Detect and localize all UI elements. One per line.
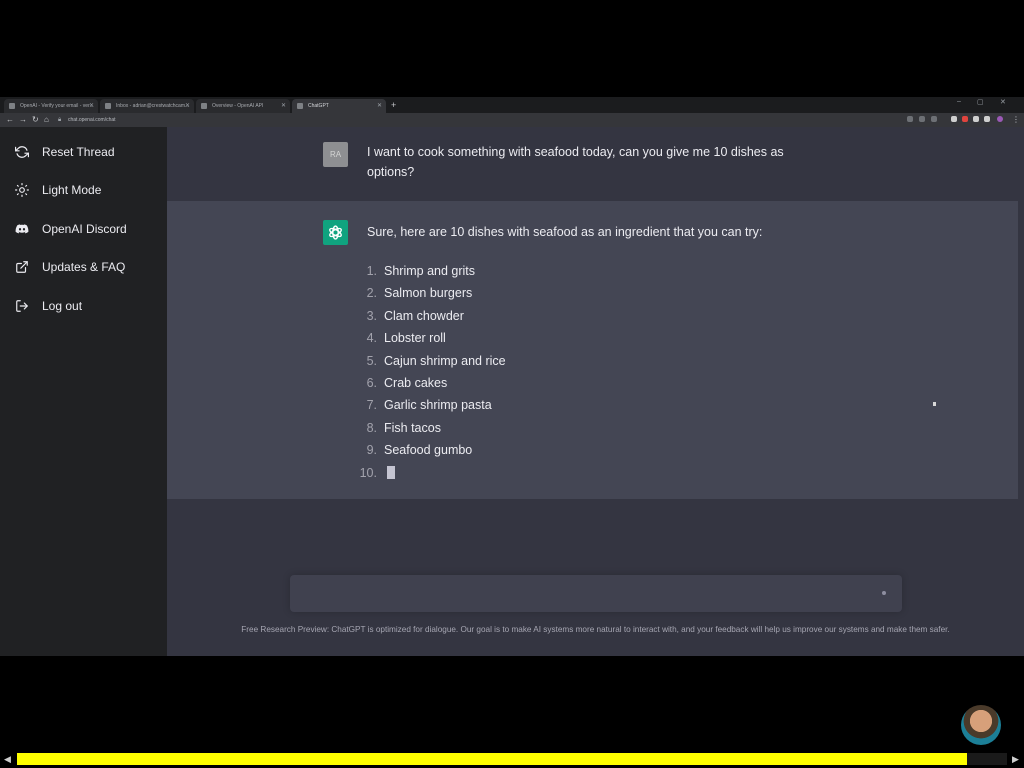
zoom-icon[interactable] <box>907 116 913 122</box>
dish-list: 1. Shrimp and grits 2. Salmon burgers 3. Cl… <box>355 260 655 484</box>
tab-chatgpt[interactable]: ChatGPT ✕ <box>292 99 386 113</box>
user-avatar: RA <box>323 142 348 167</box>
dish-name: Lobster roll <box>384 331 446 346</box>
sidebar-item-openai-discord[interactable]: OpenAI Discord <box>15 219 165 239</box>
list-item: 4. Lobster roll <box>355 327 655 349</box>
tab-title: Inbox - adrian@crestwatchcam... <box>116 103 190 109</box>
browser-menu-icon[interactable]: ⋮ <box>1012 115 1020 125</box>
tab-verify-email[interactable]: OpenAI - Verify your email - ver... ✕ <box>4 99 98 113</box>
maximize-icon[interactable]: ▢ <box>977 98 984 106</box>
tab-strip: OpenAI - Verify your email - ver... ✕ In… <box>0 97 1024 113</box>
sun-icon <box>15 183 29 197</box>
sidebar-item-reset-thread[interactable]: Reset Thread <box>15 142 165 162</box>
extension-icon[interactable] <box>973 116 979 122</box>
sidebar-item-label: Log out <box>42 299 83 313</box>
scroll-left-icon[interactable]: ◀ <box>4 753 11 765</box>
share-icon[interactable] <box>919 116 925 122</box>
forward-icon[interactable]: → <box>19 115 27 125</box>
list-number: 10. <box>359 465 377 480</box>
list-number: 4. <box>366 331 377 346</box>
extension-icon[interactable] <box>984 116 990 122</box>
tab-favicon-icon <box>297 103 303 109</box>
list-number: 6. <box>366 375 377 390</box>
user-message: I want to cook something with seafood to… <box>367 145 784 179</box>
list-number: 1. <box>366 264 377 278</box>
openai-logo-icon <box>329 225 342 240</box>
dish-name: Garlic shrimp pasta <box>384 398 492 413</box>
sidebar-item-label: Reset Thread <box>42 145 115 159</box>
sidebar-item-light-mode[interactable]: Light Mode <box>15 180 165 200</box>
window-close-icon[interactable]: ✕ <box>1000 98 1006 106</box>
reload-icon[interactable]: ↻ <box>32 115 39 125</box>
scroll-right-icon[interactable]: ▶ <box>1012 753 1019 765</box>
discord-icon <box>15 224 29 234</box>
sidebar-item-log-out[interactable]: Log out <box>15 296 165 316</box>
list-item: 9. Seafood gumbo <box>355 439 655 461</box>
list-item: 8. Fish tacos <box>355 417 655 439</box>
video-progress-bar[interactable] <box>17 753 1007 765</box>
lock-icon: 🔒︎ <box>58 117 62 123</box>
send-icon[interactable] <box>882 591 886 595</box>
sidebar-item-label: Light Mode <box>42 183 102 197</box>
dish-name: Cajun shrimp and rice <box>384 353 506 368</box>
dish-name: Crab cakes <box>384 375 448 390</box>
presenter-avatar <box>961 705 1001 745</box>
dish-name: Fish tacos <box>384 420 441 435</box>
extension-icon[interactable] <box>951 116 957 122</box>
chatgpt-avatar <box>323 220 348 245</box>
address-bar[interactable]: 🔒︎ chat.openai.com/chat <box>58 115 898 125</box>
list-item: 10. <box>355 462 655 484</box>
sidebar-item-label: OpenAI Discord <box>42 222 127 236</box>
message-input[interactable] <box>290 575 902 612</box>
profile-icon[interactable] <box>997 116 1003 122</box>
list-item: 7. Garlic shrimp pasta <box>355 394 655 416</box>
new-tab-button[interactable]: + <box>391 99 396 111</box>
sidebar: Reset Thread Light Mode OpenAI Discord U… <box>0 127 167 656</box>
sidebar-item-label: Updates & FAQ <box>42 260 126 274</box>
tab-openai-api[interactable]: Overview - OpenAI API ✕ <box>196 99 290 113</box>
tab-title: OpenAI - Verify your email - ver... <box>20 103 94 109</box>
back-icon[interactable]: ← <box>6 115 14 125</box>
list-item: 2. Salmon burgers <box>355 282 655 304</box>
home-icon[interactable]: ⌂ <box>44 115 49 125</box>
minimize-icon[interactable]: – <box>957 98 961 105</box>
list-number: 3. <box>366 308 377 323</box>
logout-icon <box>16 300 28 312</box>
dish-name: Salmon burgers <box>384 286 473 301</box>
list-number: 9. <box>366 443 377 458</box>
video-progress-fill <box>17 753 968 765</box>
tab-close-icon[interactable]: ✕ <box>377 99 382 113</box>
list-item: 5. Cajun shrimp and rice <box>355 350 655 372</box>
tab-close-icon[interactable]: ✕ <box>89 99 94 113</box>
list-number: 7. <box>366 398 377 413</box>
tab-favicon-icon <box>105 103 111 109</box>
extension-icon[interactable] <box>962 116 968 122</box>
tab-favicon-icon <box>9 103 15 109</box>
dish-name: Seafood gumbo <box>384 443 473 458</box>
browser-toolbar: ← → ↻ ⌂ 🔒︎ chat.openai.com/chat ⋮ <box>0 113 1024 127</box>
assistant-intro: Sure, here are 10 dishes with seafood as… <box>367 225 763 239</box>
tab-favicon-icon <box>201 103 207 109</box>
disclaimer-text: Free Research Preview: ChatGPT is optimi… <box>241 625 950 634</box>
list-item: 1. Shrimp and grits <box>355 260 655 282</box>
refresh-icon <box>15 146 29 158</box>
dish-name: Clam chowder <box>384 308 464 323</box>
typing-cursor <box>387 466 395 479</box>
list-item: 3. Clam chowder <box>355 305 655 327</box>
tab-inbox[interactable]: Inbox - adrian@crestwatchcam... ✕ <box>100 99 194 113</box>
list-number: 2. <box>366 286 377 301</box>
tab-close-icon[interactable]: ✕ <box>185 99 190 113</box>
list-number: 8. <box>366 420 377 435</box>
external-link-icon <box>16 261 28 273</box>
dish-name: Shrimp and grits <box>384 264 476 278</box>
list-item: 6. Crab cakes <box>355 372 655 394</box>
bookmark-icon[interactable] <box>931 116 937 122</box>
tab-title: Overview - OpenAI API <box>212 103 264 109</box>
mouse-cursor-icon <box>933 402 936 406</box>
tab-title: ChatGPT <box>308 103 329 109</box>
tab-close-icon[interactable]: ✕ <box>281 99 286 113</box>
list-number: 5. <box>366 353 377 368</box>
sidebar-item-updates-faq[interactable]: Updates & FAQ <box>15 257 165 277</box>
address-url: chat.openai.com/chat <box>68 117 116 123</box>
